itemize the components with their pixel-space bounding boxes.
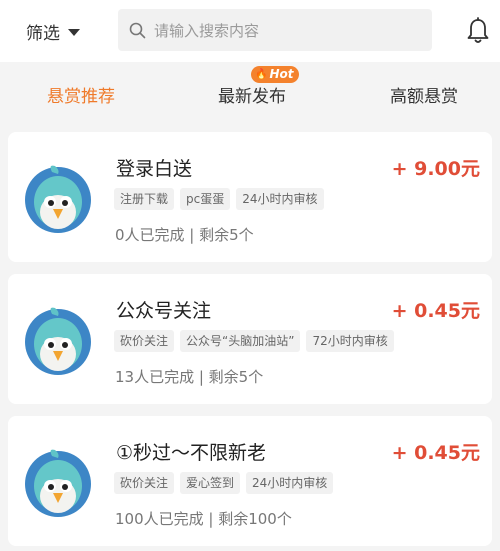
task-title: 登录白送 xyxy=(116,158,193,180)
task-tag: 72小时内审核 xyxy=(306,330,394,352)
bell-icon[interactable] xyxy=(466,17,490,45)
task-status: 100人已完成 | 剩余100个 xyxy=(115,510,292,528)
task-title: ①秒过～不限新老 xyxy=(116,442,267,464)
task-tags: 砍价关注 爱心签到 24小时内审核 xyxy=(114,472,334,494)
task-status: 13人已完成 | 剩余5个 xyxy=(115,368,264,386)
task-title: 公众号关注 xyxy=(116,300,212,322)
task-tag: pc蛋蛋 xyxy=(180,188,231,210)
tab-latest[interactable]: 最新发布 xyxy=(218,82,286,107)
task-tag: 爱心签到 xyxy=(180,472,241,494)
task-tag: 砍价关注 xyxy=(114,472,175,494)
task-tag: 24小时内审核 xyxy=(246,472,334,494)
task-card[interactable]: 登录白送 + 9.00元 注册下载 pc蛋蛋 24小时内审核 0人已完成 | 剩… xyxy=(8,132,492,262)
task-tags: 砍价关注 公众号“头脑加油站” 72小时内审核 xyxy=(114,330,394,352)
tab-high-reward[interactable]: 高额悬赏 xyxy=(390,82,458,107)
task-tag: 公众号“头脑加油站” xyxy=(180,330,301,352)
task-reward: + 9.00元 xyxy=(391,158,480,180)
bird-avatar-icon xyxy=(22,446,94,518)
search-icon xyxy=(128,21,146,39)
tab-recommended[interactable]: 悬赏推荐 xyxy=(47,82,115,107)
task-card[interactable]: ①秒过～不限新老 + 0.45元 砍价关注 爱心签到 24小时内审核 100人已… xyxy=(8,416,492,546)
task-tag: 注册下载 xyxy=(114,188,175,210)
bird-avatar-icon xyxy=(22,304,94,376)
task-tag: 24小时内审核 xyxy=(236,188,324,210)
top-bar: 筛选 请输入搜索内容 xyxy=(0,0,500,62)
flame-icon: 🔥 xyxy=(255,69,268,80)
hot-badge-label: Hot xyxy=(269,67,294,81)
bird-avatar-icon xyxy=(22,162,94,234)
hot-badge: 🔥 Hot xyxy=(251,66,300,83)
search-input[interactable]: 请输入搜索内容 xyxy=(118,9,432,51)
task-status: 0人已完成 | 剩余5个 xyxy=(115,226,254,244)
task-card[interactable]: 公众号关注 + 0.45元 砍价关注 公众号“头脑加油站” 72小时内审核 13… xyxy=(8,274,492,404)
filter-label: 筛选 xyxy=(26,23,60,44)
tab-bar: 悬赏推荐 最新发布 高额悬赏 xyxy=(0,66,500,118)
task-reward: + 0.45元 xyxy=(391,442,480,464)
task-tag: 砍价关注 xyxy=(114,330,175,352)
task-reward: + 0.45元 xyxy=(391,300,480,322)
search-placeholder: 请输入搜索内容 xyxy=(154,21,260,40)
filter-dropdown[interactable]: 筛选 xyxy=(26,18,80,44)
task-tags: 注册下载 pc蛋蛋 24小时内审核 xyxy=(114,188,324,210)
caret-down-icon xyxy=(68,28,80,36)
